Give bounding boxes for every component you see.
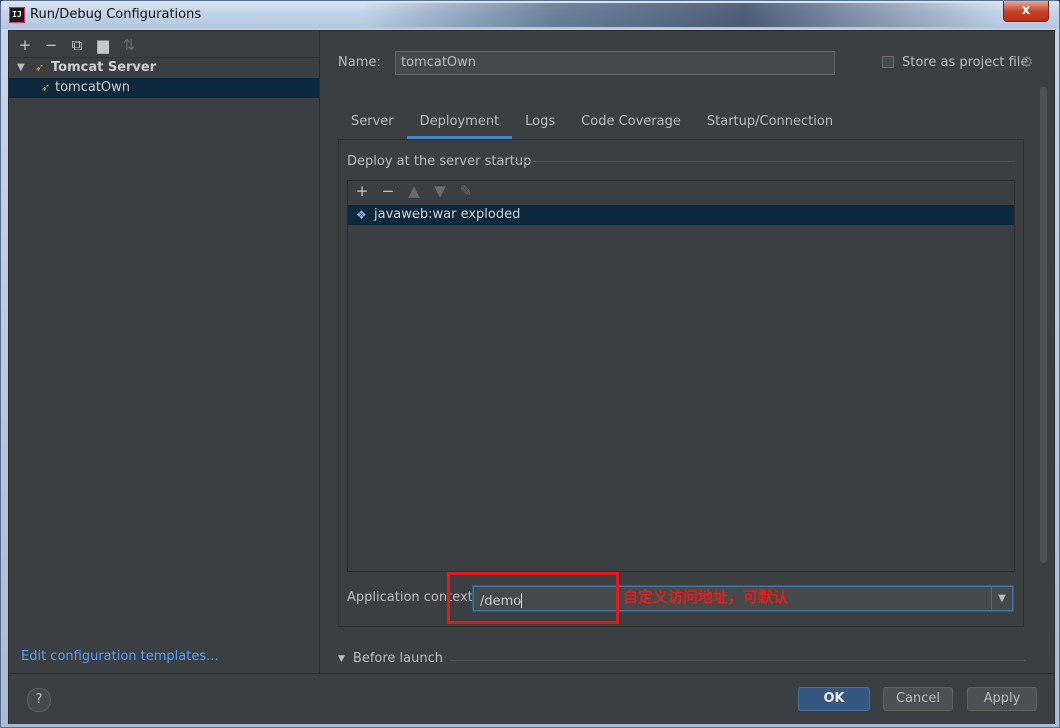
section-divider (515, 161, 1015, 162)
vertical-scrollbar[interactable] (1040, 87, 1047, 563)
annotation-highlight-box (447, 572, 619, 624)
artifact-label: javaweb:war exploded (374, 207, 521, 222)
artifacts-list: + − ▲ ▼ ✎ ❖ javaweb:war exploded (347, 180, 1015, 572)
add-icon[interactable]: + (354, 183, 370, 199)
configuration-editor: Name: tomcatOwn Store as project file ⚙ … (320, 31, 1054, 673)
dialog-button-bar: ? OK Cancel Apply (9, 673, 1054, 724)
tomcat-icon: ➶ (35, 61, 45, 74)
move-up-icon[interactable]: ▲ (406, 183, 422, 199)
tree-group-tomcat-server[interactable]: ▼ ➶ Tomcat Server (9, 57, 319, 78)
list-item[interactable]: ❖ javaweb:war exploded (348, 205, 1014, 225)
title-bar-background (361, 3, 1001, 27)
edit-pencil-icon[interactable]: ✎ (458, 183, 474, 199)
configurations-toolbar: + − ⧉ ▆ ⇅ (17, 37, 137, 55)
chevron-down-icon[interactable]: ▼ (991, 587, 1012, 610)
chevron-down-icon[interactable]: ▼ (338, 654, 345, 664)
name-label: Name: (338, 55, 381, 70)
remove-icon[interactable]: − (380, 183, 396, 199)
edit-configuration-templates-link[interactable]: Edit configuration templates... (21, 649, 219, 664)
deploy-section-title: Deploy at the server startup (347, 154, 532, 169)
window-frame: IJ Run/Debug Configurations x + − ⧉ ▆ ⇅ … (0, 0, 1060, 728)
configurations-panel: + − ⧉ ▆ ⇅ ▼ ➶ Tomcat Server ➶ tomcatOwn … (9, 31, 320, 673)
tree-item-tomcatown[interactable]: ➶ tomcatOwn (9, 78, 319, 98)
before-launch-section[interactable]: ▼ Before launch (338, 651, 443, 666)
apply-button[interactable]: Apply (967, 687, 1037, 711)
window-title: Run/Debug Configurations (30, 7, 202, 22)
help-button[interactable]: ? (27, 688, 51, 712)
tab-startup-connection[interactable]: Startup/Connection (694, 109, 846, 139)
tab-logs[interactable]: Logs (512, 109, 568, 139)
cancel-button[interactable]: Cancel (883, 687, 953, 711)
config-tabs: Server Deployment Logs Code Coverage Sta… (338, 109, 846, 139)
tomcat-icon: ➶ (41, 81, 51, 94)
artifacts-toolbar: + − ▲ ▼ ✎ (354, 183, 474, 201)
tree-group-label: Tomcat Server (51, 60, 157, 75)
move-down-icon[interactable]: ▼ (432, 183, 448, 199)
deployment-tab-panel: Deploy at the server startup + − ▲ ▼ ✎ ❖… (338, 139, 1024, 627)
close-window-button[interactable]: x (1003, 1, 1049, 22)
tab-code-coverage[interactable]: Code Coverage (568, 109, 694, 139)
tab-server[interactable]: Server (338, 109, 407, 139)
tree-item-label: tomcatOwn (55, 80, 131, 95)
annotation-text: 自定义访问地址，可默认 (623, 588, 789, 606)
title-bar[interactable]: IJ Run/Debug Configurations x (1, 1, 1059, 29)
folder-icon[interactable]: ▆ (95, 37, 111, 53)
gear-icon[interactable]: ⚙ (1020, 53, 1033, 71)
store-as-project-file-label[interactable]: Store as project file (902, 55, 1028, 70)
remove-icon[interactable]: − (43, 37, 59, 53)
configurations-tree: ▼ ➶ Tomcat Server ➶ tomcatOwn (9, 57, 319, 98)
intellij-app-icon: IJ (9, 7, 25, 23)
before-launch-label: Before launch (352, 651, 444, 666)
name-field[interactable]: tomcatOwn (395, 51, 835, 75)
dialog-body: + − ⧉ ▆ ⇅ ▼ ➶ Tomcat Server ➶ tomcatOwn … (8, 30, 1055, 724)
copy-icon[interactable]: ⧉ (69, 37, 85, 53)
store-as-project-file-checkbox[interactable] (882, 56, 894, 68)
section-divider (450, 660, 1026, 661)
tab-deployment[interactable]: Deployment (406, 109, 513, 139)
chevron-down-icon[interactable]: ▼ (17, 58, 25, 78)
ok-button[interactable]: OK (798, 687, 870, 711)
sort-icon[interactable]: ⇅ (121, 37, 137, 53)
add-icon[interactable]: + (17, 37, 33, 53)
artifact-icon: ❖ (356, 208, 367, 222)
